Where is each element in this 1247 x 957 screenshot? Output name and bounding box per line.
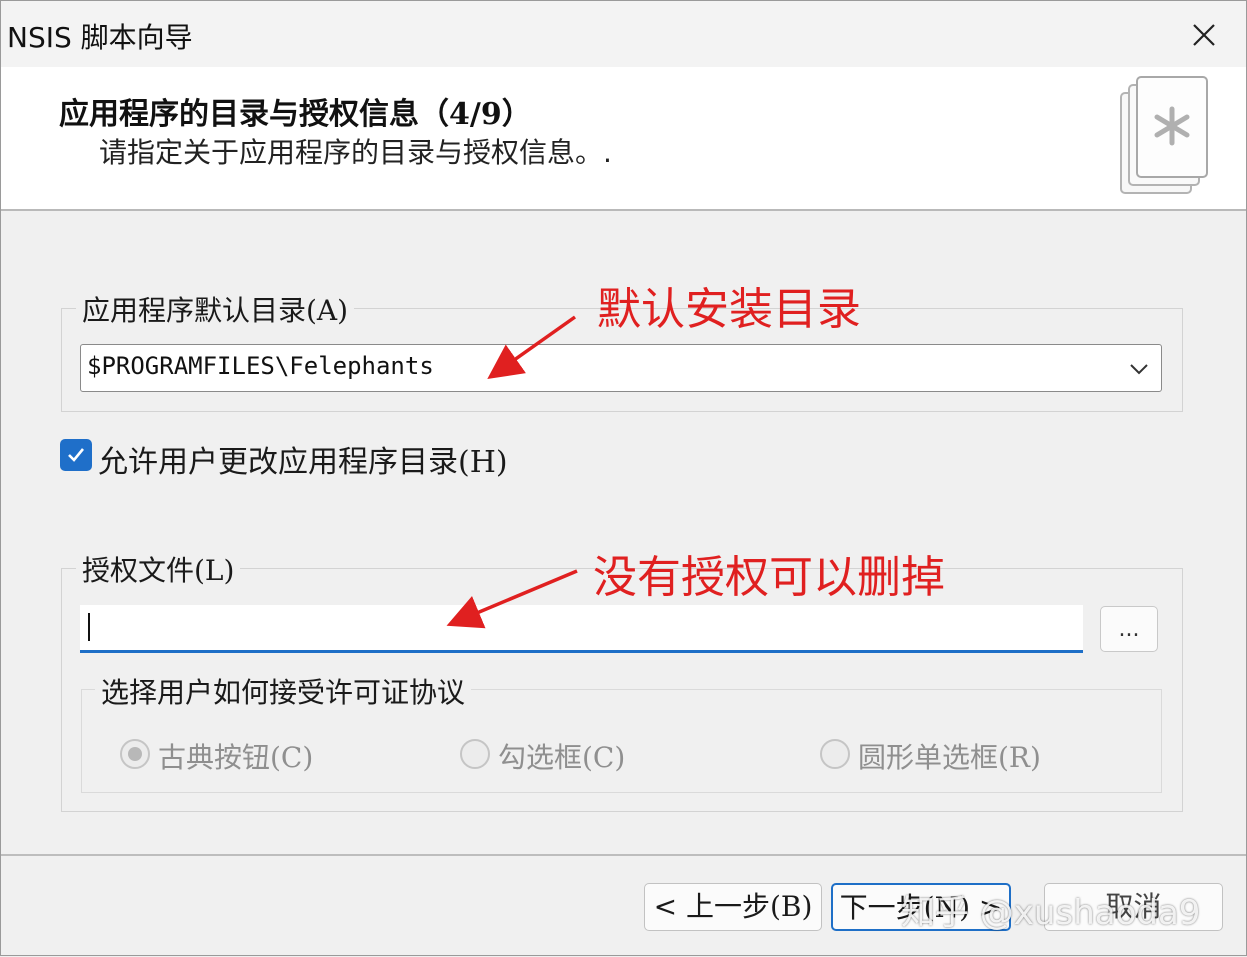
title-bar: NSIS 脚本向导 <box>1 1 1246 67</box>
license-file-input[interactable] <box>80 605 1083 653</box>
cancel-button[interactable]: 取消 <box>1044 883 1223 931</box>
license-group-label: 授权文件(L) <box>76 549 241 589</box>
radio-classic-button[interactable] <box>120 739 150 769</box>
close-icon <box>1193 24 1215 46</box>
radio-classic-label[interactable]: 古典按钮(C) <box>158 736 313 776</box>
window-title: NSIS 脚本向导 <box>7 21 193 54</box>
footer-divider <box>1 854 1246 856</box>
browse-button[interactable]: ... <box>1100 606 1158 652</box>
radio-checkbox[interactable] <box>460 739 490 769</box>
chevron-down-icon[interactable] <box>1127 357 1151 381</box>
allow-change-label[interactable]: 允许用户更改应用程序目录(H) <box>98 437 508 481</box>
checkmark-icon <box>68 448 85 462</box>
document-star-icon <box>1120 76 1208 194</box>
app-dir-value: $PROGRAMFILES\Felephants <box>87 352 434 380</box>
app-dir-group-label: 应用程序默认目录(A) <box>76 289 355 329</box>
text-caret <box>88 613 90 641</box>
app-dir-combobox[interactable]: $PROGRAMFILES\Felephants <box>80 344 1162 392</box>
back-button[interactable]: < 上一步(B) <box>644 883 822 931</box>
radio-checkbox-label[interactable]: 勾选框(C) <box>498 736 625 776</box>
wizard-window: NSIS 脚本向导 应用程序的目录与授权信息（4/9） 请指定关于应用程序的目录… <box>0 0 1247 956</box>
wizard-header: 应用程序的目录与授权信息（4/9） 请指定关于应用程序的目录与授权信息。. <box>1 67 1246 211</box>
radio-round-label[interactable]: 圆形单选框(R) <box>858 736 1041 776</box>
annotation-default-dir: 默认安装目录 <box>597 284 861 335</box>
allow-change-checkbox[interactable] <box>60 439 92 471</box>
radio-round[interactable] <box>820 739 850 769</box>
accept-method-label: 选择用户如何接受许可证协议 <box>95 671 472 711</box>
next-button[interactable]: 下一步(N) > <box>831 883 1011 931</box>
annotation-license-note: 没有授权可以删掉 <box>593 552 945 603</box>
page-subtitle: 请指定关于应用程序的目录与授权信息。. <box>99 136 612 169</box>
page-title: 应用程序的目录与授权信息（4/9） <box>59 97 532 132</box>
close-button[interactable] <box>1174 11 1234 59</box>
